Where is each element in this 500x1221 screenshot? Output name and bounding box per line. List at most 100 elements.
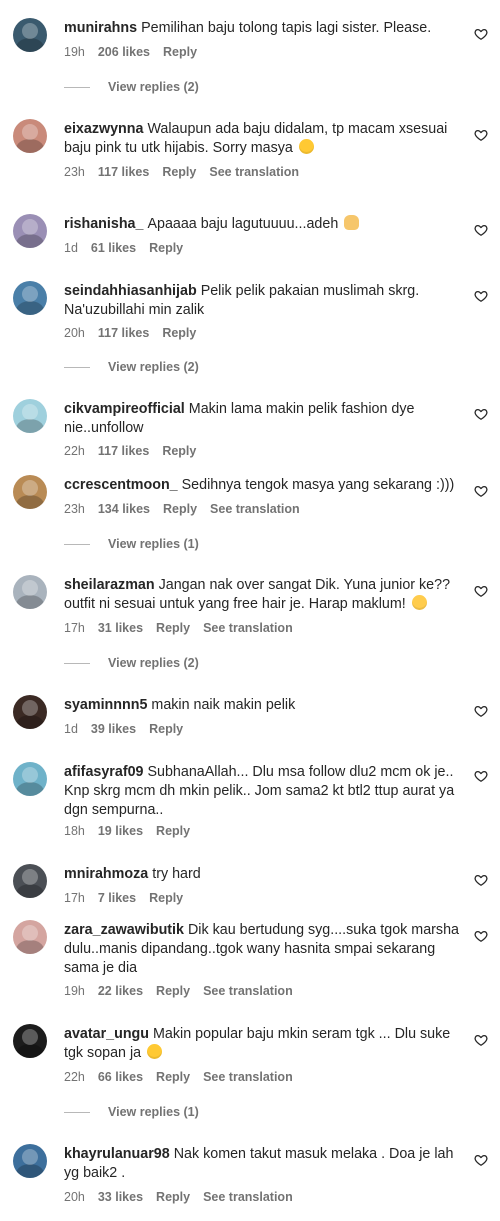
see-translation-button[interactable]: See translation <box>210 502 300 516</box>
comment-text: khayrulanuar98 Nak komen takut masuk mela… <box>64 1145 459 1183</box>
avatar[interactable] <box>13 18 47 52</box>
comment-likes[interactable]: 206 likes <box>98 45 150 59</box>
see-translation-button[interactable]: See translation <box>209 165 299 179</box>
heart-outline-icon[interactable] <box>474 704 488 718</box>
view-replies-label: View replies (1) <box>108 537 199 551</box>
reply-button[interactable]: Reply <box>149 722 183 736</box>
comment-time: 19h <box>64 45 85 59</box>
reply-button[interactable]: Reply <box>156 824 190 838</box>
comment-username[interactable]: mnirahmoza <box>64 866 148 882</box>
avatar[interactable] <box>13 1144 47 1178</box>
comment-username[interactable]: munirahns <box>64 20 137 36</box>
view-replies-label: View replies (2) <box>108 80 199 94</box>
heart-outline-icon[interactable] <box>474 128 488 142</box>
avatar[interactable] <box>13 695 47 729</box>
comment-username[interactable]: avatar_ungu <box>64 1026 149 1042</box>
comment-text: avatar_ungu Makin popular baju mkin seram… <box>64 1025 459 1063</box>
heart-outline-icon[interactable] <box>474 27 488 41</box>
comment-username[interactable]: afifasyraf09 <box>64 764 143 780</box>
comment-likes[interactable]: 117 likes <box>98 444 149 458</box>
reply-button[interactable]: Reply <box>156 1070 190 1084</box>
comment-meta: 17h 7 likes Reply <box>64 891 196 905</box>
comment-meta: 20h 33 likes Reply See translation <box>64 1190 306 1204</box>
comment-time: 17h <box>64 621 85 635</box>
reply-button[interactable]: Reply <box>149 891 183 905</box>
comment-text: munirahns Pemilihan baju tolong tapis lag… <box>64 19 459 38</box>
comment-meta: 19h 22 likes Reply See translation <box>64 984 306 998</box>
disappointed-emoji-icon <box>411 595 427 610</box>
comment-likes[interactable]: 31 likes <box>98 621 143 635</box>
avatar[interactable] <box>13 119 47 153</box>
comment-likes[interactable]: 39 likes <box>91 722 136 736</box>
avatar[interactable] <box>13 475 47 509</box>
heart-outline-icon[interactable] <box>474 873 488 887</box>
view-replies-button[interactable]: View replies (1) <box>64 537 199 551</box>
reply-button[interactable]: Reply <box>163 502 197 516</box>
heart-outline-icon[interactable] <box>474 769 488 783</box>
heart-outline-icon[interactable] <box>474 407 488 421</box>
heart-outline-icon[interactable] <box>474 289 488 303</box>
comment-username[interactable]: khayrulanuar98 <box>64 1146 170 1162</box>
reply-button[interactable]: Reply <box>156 621 190 635</box>
comment-username[interactable]: cikvampireofficial <box>64 401 185 417</box>
comment-likes[interactable]: 22 likes <box>98 984 143 998</box>
reply-button[interactable]: Reply <box>149 241 183 255</box>
reply-button[interactable]: Reply <box>162 165 196 179</box>
reply-button[interactable]: Reply <box>156 984 190 998</box>
comment-likes[interactable]: 117 likes <box>98 165 149 179</box>
comment-likes[interactable]: 33 likes <box>98 1190 143 1204</box>
avatar[interactable] <box>13 864 47 898</box>
comment-username[interactable]: zara_zawawibutik <box>64 922 184 938</box>
comment-likes[interactable]: 117 likes <box>98 326 149 340</box>
avatar[interactable] <box>13 575 47 609</box>
comment-text: zara_zawawibutik Dik kau bertudung syg...… <box>64 921 459 978</box>
heart-outline-icon[interactable] <box>474 223 488 237</box>
heart-outline-icon[interactable] <box>474 484 488 498</box>
avatar[interactable] <box>13 281 47 315</box>
see-translation-button[interactable]: See translation <box>203 1070 293 1084</box>
comment-likes[interactable]: 61 likes <box>91 241 136 255</box>
see-translation-button[interactable]: See translation <box>203 984 293 998</box>
view-replies-button[interactable]: View replies (2) <box>64 360 199 374</box>
comment-username[interactable]: seindahhiasanhijab <box>64 283 197 299</box>
comment-likes[interactable]: 7 likes <box>98 891 136 905</box>
comment-time: 22h <box>64 444 85 458</box>
comment-username[interactable]: ccrescentmoon_ <box>64 477 178 493</box>
view-replies-button[interactable]: View replies (2) <box>64 656 199 670</box>
replies-divider <box>64 1112 90 1114</box>
comment-text: eixazwynna Walaupun ada baju didalam, tp … <box>64 120 459 158</box>
person-emoji-icon <box>344 215 360 230</box>
heart-outline-icon[interactable] <box>474 929 488 943</box>
comment-text: afifasyraf09 SubhanaAllah... Dlu msa foll… <box>64 763 459 820</box>
reply-button[interactable]: Reply <box>162 444 196 458</box>
comment-text: seindahhiasanhijab Pelik pelik pakaian mu… <box>64 282 459 320</box>
comment-username[interactable]: eixazwynna <box>64 121 143 137</box>
avatar[interactable] <box>13 762 47 796</box>
heart-outline-icon[interactable] <box>474 584 488 598</box>
comment-body: Apaaaa baju lagutuuuu...adeh <box>147 216 339 232</box>
comment-meta: 19h 206 likes Reply <box>64 45 210 59</box>
reply-button[interactable]: Reply <box>163 45 197 59</box>
avatar[interactable] <box>13 399 47 433</box>
heart-outline-icon[interactable] <box>474 1033 488 1047</box>
comment-likes[interactable]: 66 likes <box>98 1070 143 1084</box>
avatar[interactable] <box>13 1024 47 1058</box>
avatar[interactable] <box>13 214 47 248</box>
reply-button[interactable]: Reply <box>162 326 196 340</box>
avatar[interactable] <box>13 920 47 954</box>
view-replies-button[interactable]: View replies (2) <box>64 80 199 94</box>
heart-outline-icon[interactable] <box>474 1153 488 1167</box>
comment-username[interactable]: rishanisha_ <box>64 216 143 232</box>
comment-username[interactable]: syaminnnn5 <box>64 697 147 713</box>
see-translation-button[interactable]: See translation <box>203 1190 293 1204</box>
view-replies-button[interactable]: View replies (1) <box>64 1105 199 1119</box>
see-translation-button[interactable]: See translation <box>203 621 293 635</box>
comment-time: 17h <box>64 891 85 905</box>
comment-time: 18h <box>64 824 85 838</box>
comment-text: sheilarazman Jangan nak over sangat Dik. … <box>64 576 459 614</box>
comment-meta: 23h 117 likes Reply See translation <box>64 165 312 179</box>
comment-username[interactable]: sheilarazman <box>64 577 155 593</box>
comment-likes[interactable]: 134 likes <box>98 502 150 516</box>
reply-button[interactable]: Reply <box>156 1190 190 1204</box>
comment-likes[interactable]: 19 likes <box>98 824 143 838</box>
